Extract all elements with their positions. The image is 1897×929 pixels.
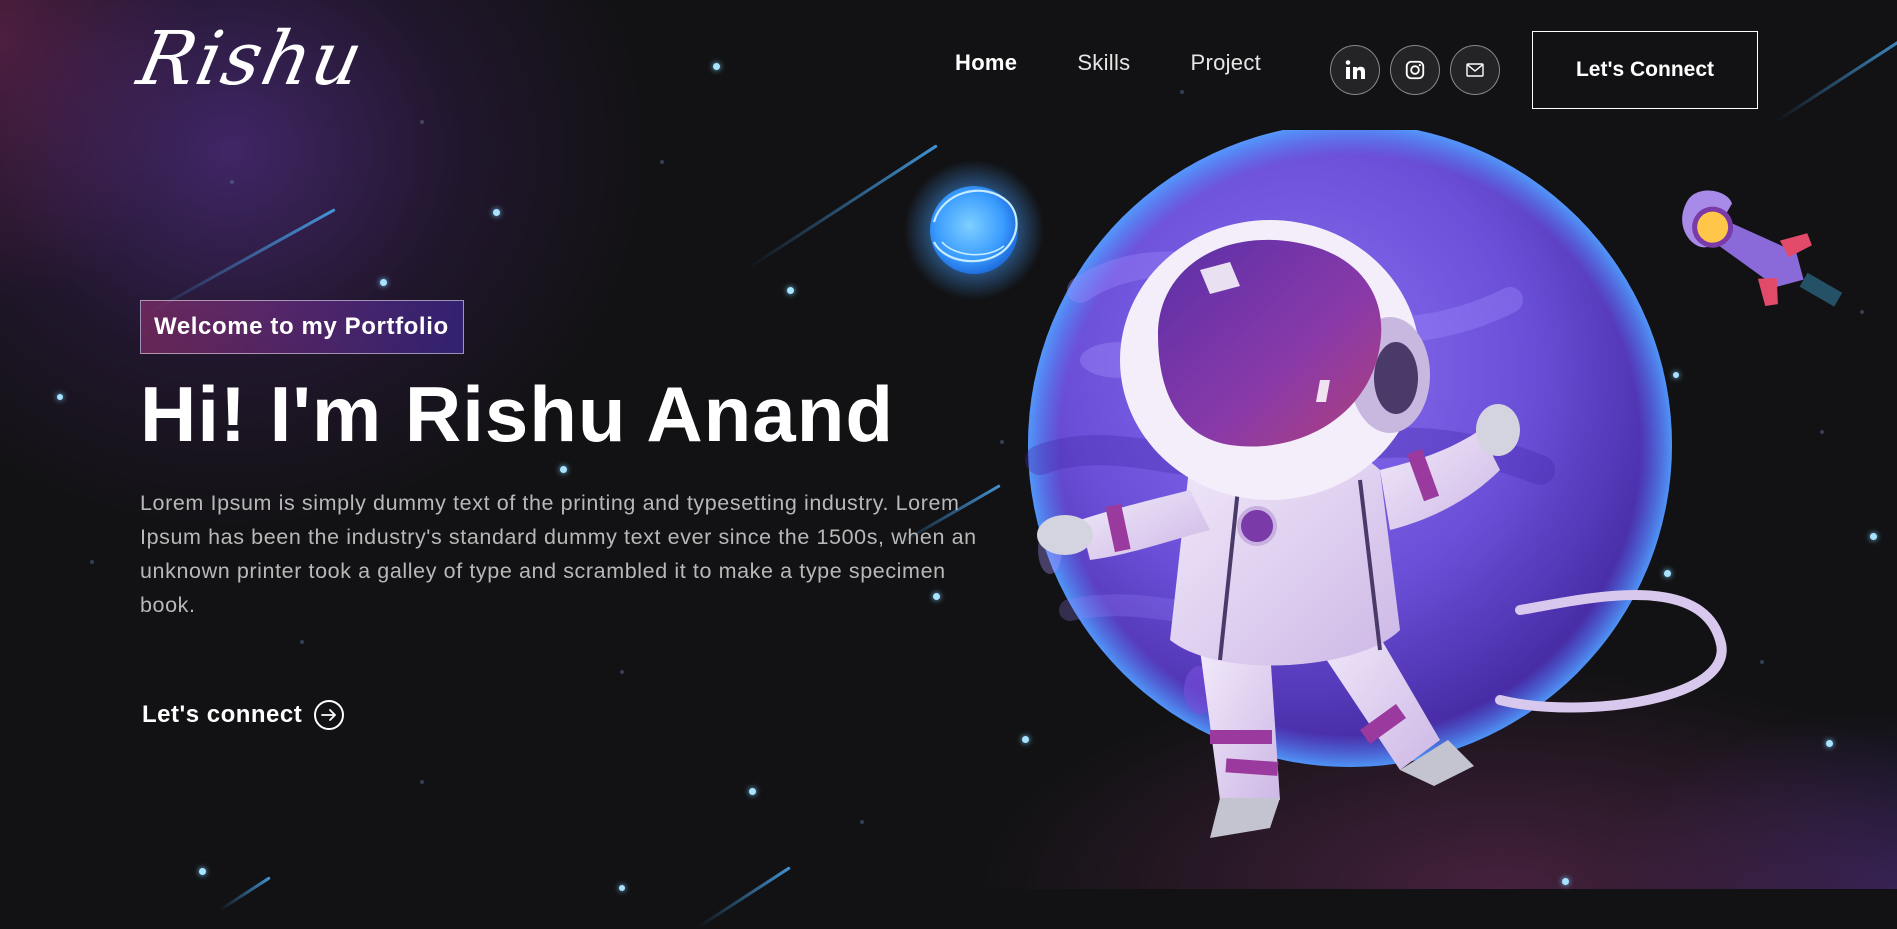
star xyxy=(560,466,567,473)
star xyxy=(660,160,664,164)
lets-connect-link[interactable]: Let's connect xyxy=(142,700,345,730)
star xyxy=(619,885,625,891)
star xyxy=(787,287,794,294)
hero-description: Lorem Ipsum is simply dummy text of the … xyxy=(140,491,977,617)
site-logo[interactable]: Rishu xyxy=(131,16,372,102)
nav-link-home[interactable]: Home xyxy=(955,50,1017,76)
main-nav: Home Skills Project xyxy=(955,50,1261,76)
instagram-icon xyxy=(1405,60,1425,80)
hero-title: Hi! I'm Rishu Anand xyxy=(140,370,894,458)
instagram-button[interactable] xyxy=(1390,45,1440,95)
nav-link-project[interactable]: Project xyxy=(1190,50,1261,76)
linkedin-icon xyxy=(1345,60,1365,79)
linkedin-button[interactable] xyxy=(1330,45,1380,95)
star xyxy=(90,560,94,564)
star xyxy=(749,788,756,795)
glowing-orb xyxy=(904,160,1044,300)
lets-connect-button[interactable]: Let's Connect xyxy=(1532,31,1758,109)
shooting-star xyxy=(218,876,271,912)
star xyxy=(420,120,424,124)
star xyxy=(713,63,720,70)
social-links xyxy=(1330,45,1500,95)
star xyxy=(230,180,234,184)
arrow-right-circle-icon xyxy=(314,700,345,730)
star xyxy=(1180,90,1184,94)
shooting-star xyxy=(1774,33,1897,123)
star xyxy=(380,279,387,286)
cta-label: Let's connect xyxy=(142,701,303,728)
mail-icon xyxy=(1466,63,1484,77)
star xyxy=(57,394,63,400)
star xyxy=(620,670,624,674)
star xyxy=(493,209,500,216)
star xyxy=(420,780,424,784)
nav-link-skills[interactable]: Skills xyxy=(1077,50,1130,76)
shooting-star xyxy=(696,866,791,929)
star xyxy=(199,868,206,875)
astronaut-illustration xyxy=(904,130,1843,838)
welcome-tagline: Welcome to my Portfolio xyxy=(140,300,464,354)
star xyxy=(860,820,864,824)
star xyxy=(300,640,304,644)
rocket xyxy=(1682,190,1843,307)
mail-button[interactable] xyxy=(1450,45,1500,95)
